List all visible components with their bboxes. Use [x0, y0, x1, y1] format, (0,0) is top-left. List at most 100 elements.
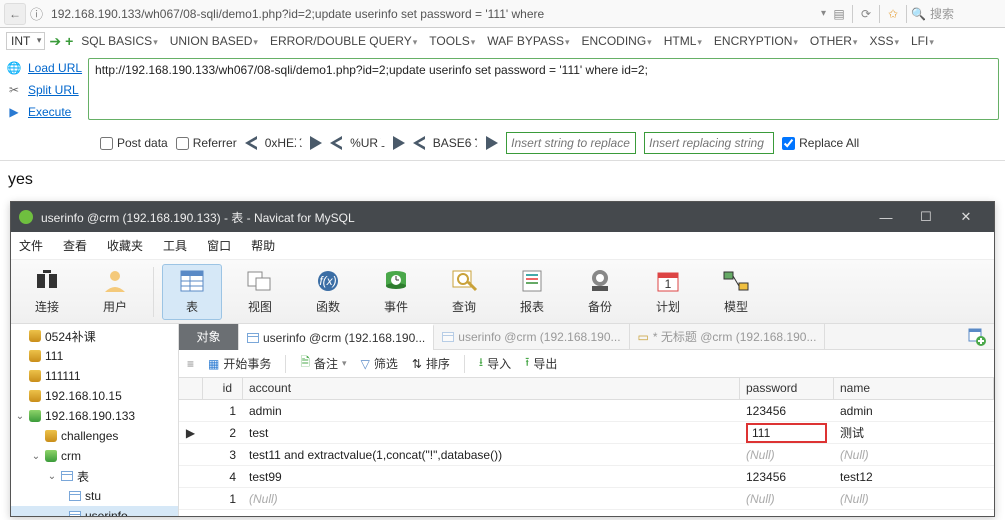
- table-row[interactable]: ▶2test111测试: [179, 422, 994, 444]
- chevron-down-icon[interactable]: ▾: [821, 8, 826, 19]
- tree-item[interactable]: challenges: [61, 429, 118, 443]
- table-icon: [69, 511, 81, 516]
- tree-item[interactable]: 192.168.190.133: [45, 409, 135, 423]
- model-button[interactable]: 模型: [706, 264, 766, 320]
- table-row[interactable]: 3test11 and extractvalue(1,concat("!",da…: [179, 444, 994, 466]
- hackbar-actions: 🌐Load URL ✂Split URL ▶Execute: [6, 58, 82, 120]
- navicat-menubar: 文件 查看 收藏夹 工具 窗口 帮助: [11, 232, 994, 260]
- tree-item[interactable]: stu: [85, 489, 101, 503]
- menu-encoding[interactable]: ENCODING▾: [578, 32, 656, 50]
- divider: [153, 267, 154, 317]
- minimize-button[interactable]: —: [866, 202, 906, 232]
- col-id[interactable]: id: [203, 378, 243, 399]
- execute-action[interactable]: ▶Execute: [6, 104, 82, 120]
- base64-encode-button[interactable]: BASE64: [413, 136, 498, 150]
- begin-transaction-button[interactable]: ▦开始事务: [208, 355, 271, 372]
- highlighted-cell[interactable]: 111: [746, 423, 827, 443]
- hex-encode-button[interactable]: 0xHEX: [245, 136, 322, 150]
- data-grid[interactable]: id account password name 1admin123456adm…: [179, 378, 994, 516]
- col-account[interactable]: account: [243, 378, 740, 399]
- tab-userinfo-2[interactable]: userinfo @crm (192.168.190...: [434, 324, 629, 350]
- db-icon: [29, 410, 41, 422]
- search-placeholder: 搜索: [930, 5, 954, 22]
- menu-sql-basics[interactable]: SQL BASICS▾: [77, 32, 161, 50]
- back-button[interactable]: ←: [4, 3, 26, 25]
- replace-all-checkbox[interactable]: Replace All: [782, 136, 859, 150]
- load-url-action[interactable]: 🌐Load URL: [6, 60, 82, 76]
- tab-userinfo-active[interactable]: userinfo @crm (192.168.190...: [239, 324, 434, 350]
- tree-item[interactable]: 111: [45, 349, 63, 363]
- execute-icon: ▶: [6, 104, 22, 120]
- menu-tools[interactable]: TOOLS▾: [425, 32, 479, 50]
- tree-item[interactable]: 0524补课: [45, 328, 96, 345]
- url-encode-button[interactable]: %URL: [330, 136, 405, 150]
- postdata-checkbox[interactable]: Post data: [100, 136, 168, 150]
- menu-tool[interactable]: 工具: [163, 237, 187, 254]
- tree-item[interactable]: userinfo: [85, 509, 128, 516]
- replace-from-input[interactable]: [506, 132, 636, 154]
- search-box[interactable]: 🔍 搜索: [911, 5, 1001, 22]
- user-button[interactable]: 用户: [85, 264, 145, 320]
- filter-button[interactable]: ▽筛选: [361, 355, 398, 372]
- menu-union-based[interactable]: UNION BASED▾: [166, 32, 262, 50]
- query-button[interactable]: 查询: [434, 264, 494, 320]
- menu-encryption[interactable]: ENCRYPTION▾: [710, 32, 802, 50]
- table-row[interactable]: 1(Null)(Null)(Null): [179, 488, 994, 510]
- table-button[interactable]: 表: [162, 264, 222, 320]
- navicat-toolbar: 连接 用户 表 视图 f(x)函数 事件 查询 报表 备份 1计划 模型: [11, 260, 994, 324]
- sort-button[interactable]: ⇅排序: [412, 355, 450, 372]
- tree-item[interactable]: 192.168.10.15: [45, 389, 122, 403]
- menu-window[interactable]: 窗口: [207, 237, 231, 254]
- event-button[interactable]: 事件: [366, 264, 426, 320]
- browser-address-bar: ← ⓘ ▾ ▤ ⟳ ✩ 🔍 搜索: [0, 0, 1005, 28]
- plan-button[interactable]: 1计划: [638, 264, 698, 320]
- export-button[interactable]: ⭱导出: [525, 353, 557, 374]
- menu-fav[interactable]: 收藏夹: [107, 237, 143, 254]
- table-row[interactable]: 4test99123456test12: [179, 466, 994, 488]
- tree-item[interactable]: 表: [77, 468, 89, 485]
- reload-button[interactable]: ⟳: [857, 5, 875, 23]
- tab-untitled[interactable]: ▭* 无标题 @crm (192.168.190...: [630, 324, 826, 350]
- menu-xss[interactable]: XSS▾: [865, 32, 903, 50]
- table-toolbar: ≡ ▦开始事务 🗎备注▾ ▽筛选 ⇅排序 ⭳导入 ⭱导出: [179, 350, 994, 378]
- arrow-right-icon[interactable]: ➔: [49, 33, 61, 50]
- window-title: userinfo @crm (192.168.190.133) - 表 - Na…: [41, 209, 866, 226]
- connect-button[interactable]: 连接: [17, 264, 77, 320]
- maximize-button[interactable]: ☐: [906, 202, 946, 232]
- hackbar-tools-row: Post data Referrer 0xHEX %URL BASE64 Rep…: [0, 130, 1005, 160]
- menu-file[interactable]: 文件: [19, 237, 43, 254]
- menu-html[interactable]: HTML▾: [660, 32, 706, 50]
- navicat-titlebar[interactable]: userinfo @crm (192.168.190.133) - 表 - Na…: [11, 202, 994, 232]
- col-name[interactable]: name: [834, 378, 994, 399]
- replace-to-input[interactable]: [644, 132, 774, 154]
- menu-lfi[interactable]: LFI▾: [907, 32, 938, 50]
- add-button[interactable]: +: [65, 33, 73, 49]
- hackbar-url-textarea[interactable]: http://192.168.190.133/wh067/08-sqli/dem…: [88, 58, 999, 120]
- star-icon[interactable]: ✩: [884, 5, 902, 23]
- memo-button[interactable]: 🗎备注▾: [300, 353, 346, 374]
- report-button[interactable]: 报表: [502, 264, 562, 320]
- menu-help[interactable]: 帮助: [251, 237, 275, 254]
- tree-item[interactable]: 111111: [45, 369, 81, 383]
- import-button[interactable]: ⭳导入: [479, 353, 511, 374]
- connection-tree[interactable]: 0524补课 111 111111 192.168.10.15 ⌄192.168…: [11, 324, 179, 516]
- menu-error-double[interactable]: ERROR/DOUBLE QUERY▾: [266, 32, 421, 50]
- menu-waf-bypass[interactable]: WAF BYPASS▾: [483, 32, 573, 50]
- menu-view[interactable]: 查看: [63, 237, 87, 254]
- new-tab-icon[interactable]: [960, 328, 994, 346]
- table-row[interactable]: 1admin123456admin: [179, 400, 994, 422]
- menu-other[interactable]: OTHER▾: [806, 32, 862, 50]
- tree-item[interactable]: crm: [61, 449, 81, 463]
- col-password[interactable]: password: [740, 378, 834, 399]
- tab-objects[interactable]: 对象: [179, 324, 239, 350]
- view-button[interactable]: 视图: [230, 264, 290, 320]
- split-url-action[interactable]: ✂Split URL: [6, 82, 82, 98]
- referrer-checkbox[interactable]: Referrer: [176, 136, 237, 150]
- backup-button[interactable]: 备份: [570, 264, 630, 320]
- datatype-dropdown[interactable]: INT: [6, 32, 45, 50]
- close-button[interactable]: ✕: [946, 202, 986, 232]
- reader-icon[interactable]: ▤: [830, 5, 848, 23]
- info-icon[interactable]: ⓘ: [30, 4, 43, 23]
- url-input[interactable]: [47, 3, 817, 25]
- function-button[interactable]: f(x)函数: [298, 264, 358, 320]
